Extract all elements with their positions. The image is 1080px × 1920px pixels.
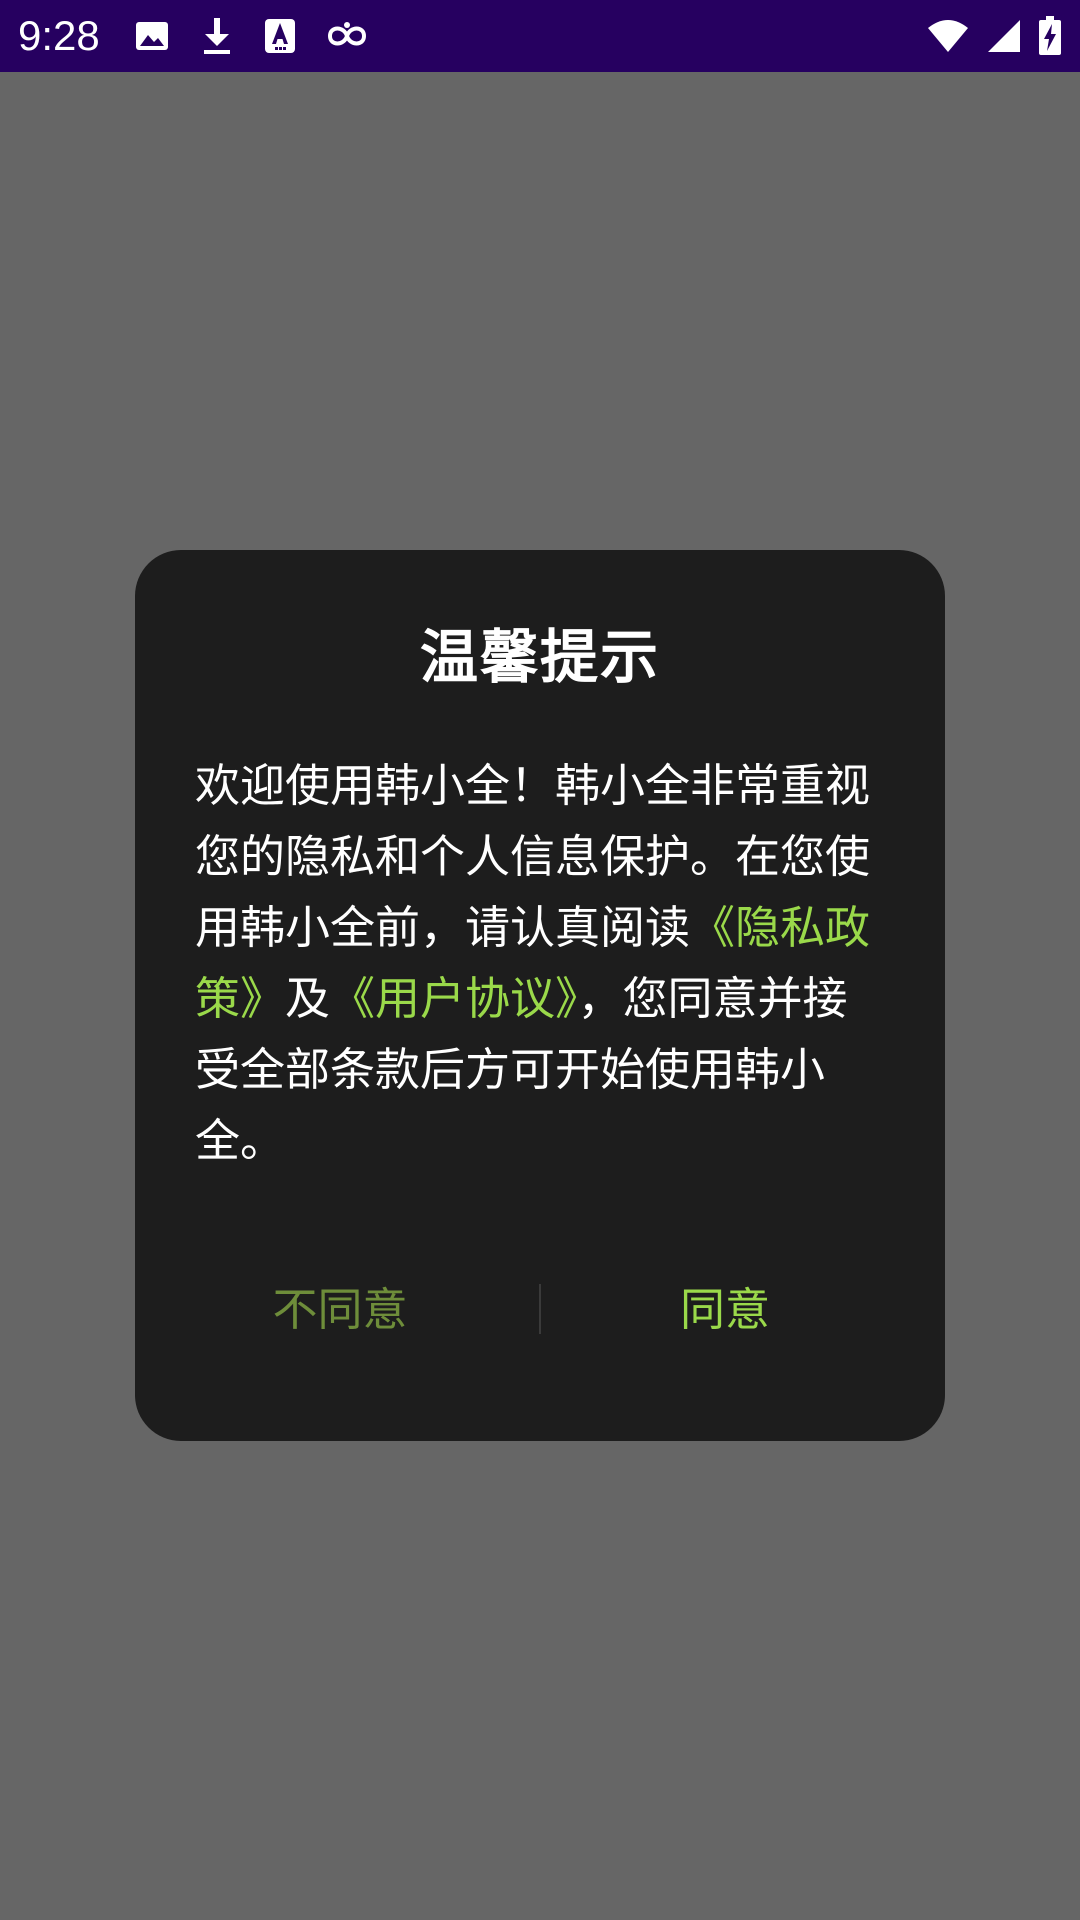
dialog-message: 欢迎使用韩小全！韩小全非常重视您的隐私和个人信息保护。在您使用韩小全前，请认真阅… xyxy=(195,750,885,1176)
agree-button[interactable]: 同意 xyxy=(575,1270,875,1350)
font-icon xyxy=(264,18,296,54)
dialog-title: 温馨提示 xyxy=(419,623,660,691)
battery-charging-icon xyxy=(1038,16,1062,56)
message-and: 及 xyxy=(285,972,331,1025)
signal-icon xyxy=(986,18,1022,54)
link-icon xyxy=(326,20,368,52)
screen: 9:28 温馨提示 欢迎使用韩小全！韩小全非常重视您的隐私和个人信息保护。在您使… xyxy=(0,0,1080,1920)
download-icon xyxy=(200,16,234,56)
status-bar: 9:28 xyxy=(0,0,1080,72)
status-system-icons xyxy=(926,16,1062,56)
privacy-dialog: 温馨提示 欢迎使用韩小全！韩小全非常重视您的隐私和个人信息保护。在您使用韩小全前… xyxy=(135,550,945,1441)
user-agreement-link[interactable]: 《用户协议》 xyxy=(330,972,578,1025)
disagree-button[interactable]: 不同意 xyxy=(195,1270,485,1350)
wifi-icon xyxy=(926,18,970,54)
image-icon xyxy=(134,18,170,54)
button-divider xyxy=(539,1284,541,1334)
status-notification-icons xyxy=(134,16,368,56)
dialog-actions: 不同意 同意 xyxy=(135,1270,945,1350)
status-time: 9:28 xyxy=(18,12,100,59)
